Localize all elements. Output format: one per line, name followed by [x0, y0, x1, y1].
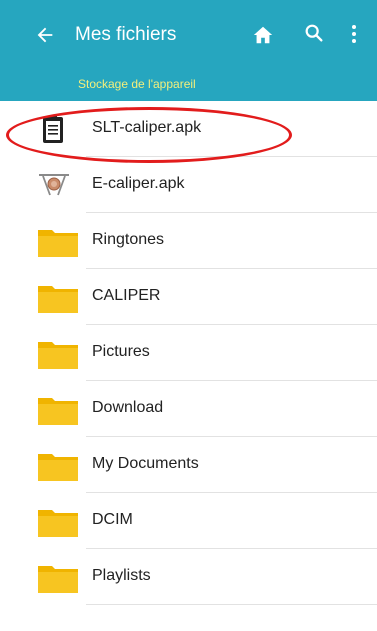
folder-icon — [38, 454, 78, 481]
file-name: E-caliper.apk — [92, 175, 185, 192]
list-item[interactable]: Ringtones — [0, 213, 377, 269]
folder-name: Playlists — [92, 567, 151, 584]
page-title: Mes fichiers — [75, 24, 177, 45]
folder-icon — [38, 342, 78, 369]
home-icon[interactable] — [252, 24, 274, 46]
app-bar: Mes fichiers Stockage de l'appareil — [0, 0, 377, 101]
search-icon[interactable] — [303, 22, 325, 44]
folder-icon — [38, 230, 78, 257]
list-item[interactable]: DCIM — [0, 493, 377, 549]
list-item[interactable]: Pictures — [0, 325, 377, 381]
list-item[interactable]: Playlists — [0, 549, 377, 605]
divider — [86, 604, 377, 605]
breadcrumb[interactable]: Stockage de l'appareil — [78, 77, 196, 91]
folder-icon — [38, 566, 78, 593]
list-item[interactable]: Download — [0, 381, 377, 437]
list-item[interactable]: E-caliper.apk — [0, 157, 377, 213]
list-item[interactable]: SLT-caliper.apk — [0, 101, 377, 157]
folder-name: Ringtones — [92, 231, 165, 248]
folder-icon — [38, 398, 78, 425]
folder-name: My Documents — [92, 455, 199, 472]
caliper-app-icon — [39, 174, 69, 196]
more-options-icon[interactable] — [347, 22, 361, 46]
clipboard-icon — [43, 115, 63, 143]
folder-name: CALIPER — [92, 287, 161, 304]
folder-icon — [38, 286, 78, 313]
file-name: SLT-caliper.apk — [92, 119, 202, 136]
folder-name: Pictures — [92, 343, 150, 360]
folder-name: Download — [92, 399, 164, 416]
folder-name: DCIM — [92, 511, 133, 528]
file-manager-screen: Mes fichiers Stockage de l'appareil SLT-… — [0, 0, 377, 631]
folder-icon — [38, 510, 78, 537]
back-arrow-icon[interactable] — [34, 24, 56, 46]
list-item[interactable]: My Documents — [0, 437, 377, 493]
list-item[interactable]: CALIPER — [0, 269, 377, 325]
